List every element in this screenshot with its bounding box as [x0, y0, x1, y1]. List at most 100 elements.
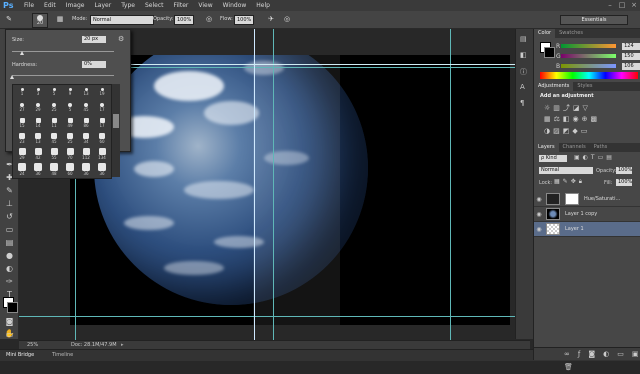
brush-preset[interactable]: 45: [48, 133, 60, 145]
selective-color-icon[interactable]: ◆: [572, 127, 580, 135]
brush-preset[interactable]: 86: [80, 118, 92, 130]
menu-filter[interactable]: Filter: [169, 0, 194, 11]
tab-layers[interactable]: Layers: [534, 143, 559, 152]
brush-preset[interactable]: 34: [80, 133, 92, 145]
filter-smart-icon[interactable]: ▤: [606, 154, 615, 161]
blend-mode-select[interactable]: Normal: [539, 167, 593, 174]
size-slider-knob[interactable]: [20, 51, 25, 55]
menu-image[interactable]: Image: [61, 0, 90, 11]
layer-row-layer-1-copy[interactable]: ◉ Layer 1 copy: [534, 207, 640, 222]
trash-icon[interactable]: 🗑︎: [564, 363, 581, 371]
brush-preset[interactable]: 25: [64, 133, 76, 145]
visibility-eye-icon[interactable]: ◉: [534, 196, 544, 203]
maximize-button[interactable]: □: [616, 0, 628, 11]
size-slider[interactable]: [12, 51, 114, 52]
guide-horizontal-bottom[interactable]: [19, 316, 530, 317]
popup-gear-icon[interactable]: ⚙: [118, 35, 124, 43]
dodge-tool-icon[interactable]: ◐: [4, 263, 15, 274]
history-brush-tool-icon[interactable]: ↺: [4, 211, 15, 222]
size-field[interactable]: 20 px: [82, 36, 106, 43]
brush-preset[interactable]: 45: [80, 103, 92, 115]
history-panel-icon[interactable]: ▤: [520, 35, 527, 43]
hardness-field[interactable]: 0%: [82, 61, 106, 68]
brush-tool-icon[interactable]: ✎: [4, 14, 14, 24]
visibility-eye-icon[interactable]: ◉: [534, 226, 544, 233]
tab-swatches[interactable]: Swatches: [555, 29, 587, 38]
brush-preset[interactable]: 24: [16, 163, 28, 176]
threshold-icon[interactable]: ◩: [563, 127, 573, 135]
brush-preset[interactable]: 70: [64, 148, 76, 160]
menu-layer[interactable]: Layer: [89, 0, 116, 11]
properties-panel-icon[interactable]: ◧: [520, 51, 527, 59]
background-color-swatch[interactable]: [7, 302, 18, 313]
filter-shape-icon[interactable]: ▭: [598, 154, 607, 161]
exposure-icon[interactable]: ◪: [573, 104, 583, 112]
channel-g-value[interactable]: 150: [622, 52, 640, 60]
channel-g-slider[interactable]: [561, 54, 617, 58]
guide-vertical-right[interactable]: [450, 29, 451, 340]
menu-window[interactable]: Window: [218, 0, 252, 11]
filter-pixel-icon[interactable]: ▣: [574, 154, 583, 161]
curves-icon[interactable]: ⤴: [563, 104, 573, 112]
color-lookup-icon[interactable]: ▩: [591, 115, 601, 123]
vibrance-icon[interactable]: ▽: [583, 104, 591, 112]
brush-preset[interactable]: 15: [16, 118, 28, 130]
brush-preset[interactable]: 49: [64, 118, 76, 130]
channel-r-value[interactable]: 124: [622, 42, 640, 50]
close-button[interactable]: ×: [628, 0, 640, 11]
tab-timeline[interactable]: Timeline: [52, 350, 73, 361]
menu-edit[interactable]: Edit: [39, 0, 61, 11]
info-panel-icon[interactable]: ⓘ: [520, 67, 527, 77]
tab-color[interactable]: Color: [534, 29, 556, 38]
brush-preset[interactable]: 29: [32, 103, 44, 115]
channel-b-slider[interactable]: [561, 64, 617, 68]
new-group-icon[interactable]: ▭: [617, 350, 632, 358]
channel-b-value[interactable]: 106: [622, 62, 640, 70]
paragraph-panel-icon[interactable]: ¶: [520, 99, 524, 107]
lock-position-icon[interactable]: ✥: [571, 178, 579, 185]
levels-icon[interactable]: ▥: [553, 104, 563, 112]
brush-preset[interactable]: 25: [48, 103, 60, 115]
brush-preset[interactable]: 3: [32, 88, 44, 100]
filter-adjust-icon[interactable]: ◐: [583, 154, 591, 161]
brush-preset[interactable]: 13: [80, 88, 92, 100]
menu-help[interactable]: Help: [251, 0, 275, 11]
stamp-tool-icon[interactable]: ⊥: [4, 198, 15, 209]
tab-mini-bridge[interactable]: Mini Bridge: [6, 350, 34, 361]
layer-opacity-field[interactable]: 100%: [616, 167, 632, 174]
brush-tool-icon[interactable]: ✎: [4, 185, 15, 196]
photo-filter-icon[interactable]: ◉: [573, 115, 582, 123]
workspace-select[interactable]: Essentials: [560, 15, 628, 25]
brush-preset[interactable]: 5: [48, 88, 60, 100]
black-white-icon[interactable]: ◧: [563, 115, 573, 123]
screen-mode-icon[interactable]: ▭: [4, 329, 15, 340]
brush-preset[interactable]: 13: [32, 133, 44, 145]
fill-field[interactable]: 100%: [616, 179, 632, 186]
mask-icon[interactable]: ◙: [588, 350, 603, 358]
brush-preset[interactable]: 1: [16, 88, 28, 100]
brush-preset[interactable]: 36: [80, 163, 92, 176]
mode-select[interactable]: Normal: [90, 15, 154, 25]
opacity-field[interactable]: 100%: [174, 15, 194, 25]
new-layer-icon[interactable]: ▣: [632, 350, 640, 358]
brush-preset[interactable]: 55: [48, 148, 60, 160]
brush-preset[interactable]: 36: [32, 163, 44, 176]
gradient-tool-icon[interactable]: ▤: [4, 237, 15, 248]
brush-preset[interactable]: 60: [64, 163, 76, 176]
flow-field[interactable]: 100%: [234, 15, 254, 25]
tab-channels[interactable]: Channels: [559, 143, 590, 152]
lock-pixels-icon[interactable]: ✎: [563, 178, 571, 185]
blur-tool-icon[interactable]: ●: [4, 250, 15, 261]
gradient-map-icon[interactable]: ▭: [581, 127, 591, 135]
hardness-slider[interactable]: [12, 75, 114, 76]
character-panel-icon[interactable]: A: [520, 83, 525, 91]
brightness-icon[interactable]: ☼: [544, 104, 553, 112]
brush-preset[interactable]: 36: [96, 163, 108, 176]
airbrush-icon[interactable]: ✈: [266, 14, 276, 24]
brush-panel-icon[interactable]: ▦: [55, 14, 65, 24]
menu-file[interactable]: File: [19, 0, 39, 11]
menu-view[interactable]: View: [193, 0, 217, 11]
brush-preset-picker[interactable]: 20: [32, 13, 48, 28]
channel-mixer-icon[interactable]: ⊕: [582, 115, 591, 123]
hardness-slider-knob[interactable]: [10, 75, 14, 79]
